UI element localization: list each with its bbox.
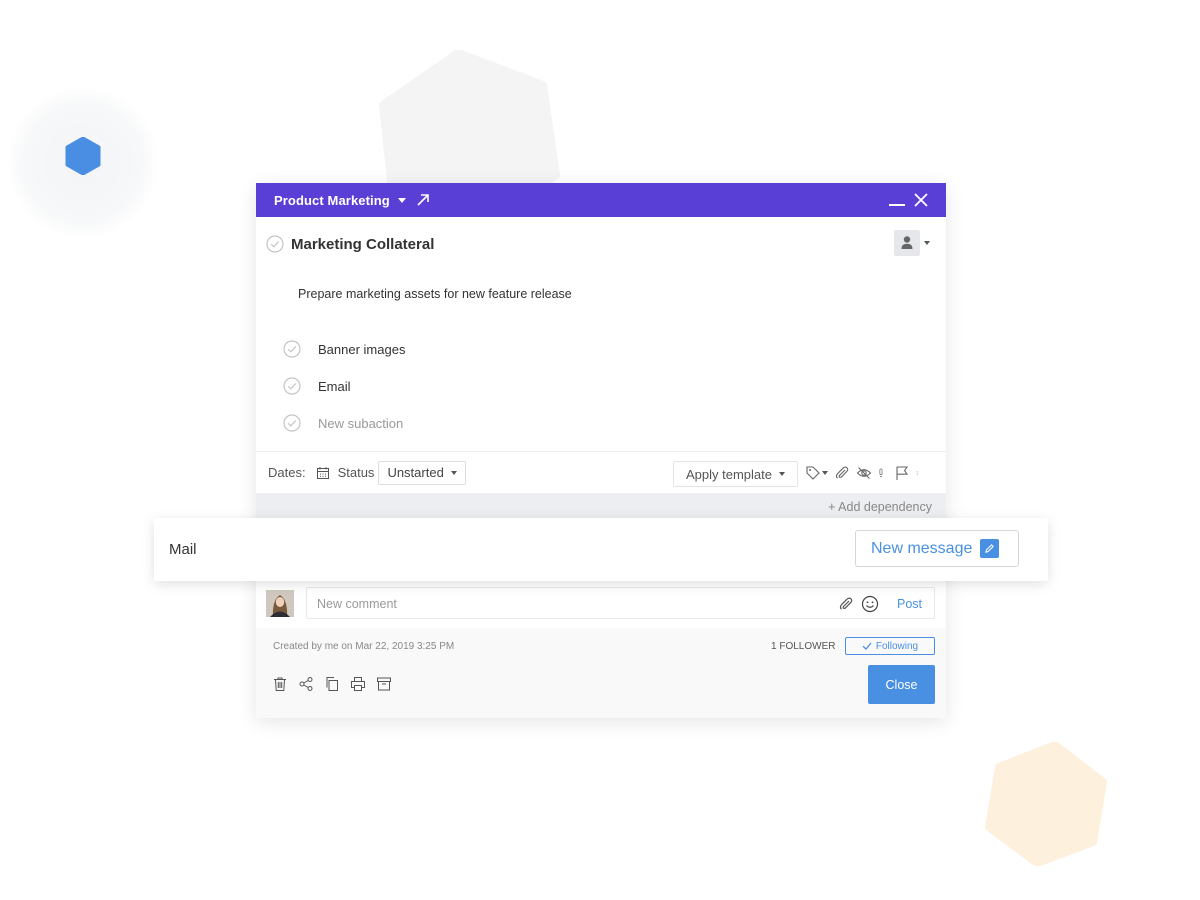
pencil-icon (980, 539, 1000, 558)
complete-check-icon[interactable] (266, 235, 284, 253)
complete-check-icon (283, 414, 301, 432)
task-toolbar: Dates: Status Unstarted Apply template (256, 451, 946, 493)
status-dropdown[interactable]: Unstarted (378, 460, 466, 485)
tag-icon[interactable] (805, 465, 821, 481)
close-icon[interactable] (914, 193, 928, 207)
task-title[interactable]: Marketing Collateral (291, 236, 434, 253)
status-label: Status (337, 465, 375, 480)
paperclip-icon[interactable] (838, 596, 854, 612)
add-dependency-link[interactable]: + Add dependency (828, 500, 932, 514)
duplicate-icon[interactable] (324, 676, 340, 692)
flag-icon[interactable] (894, 465, 910, 481)
complete-check-icon[interactable] (283, 377, 301, 395)
subaction-label: Banner images (318, 341, 406, 357)
subaction-placeholder: New subaction (318, 415, 404, 431)
subaction-item[interactable]: Banner images (283, 340, 405, 358)
chevron-down-icon[interactable] (397, 197, 406, 203)
complete-check-icon[interactable] (283, 340, 301, 358)
comment-placeholder: New comment (317, 597, 397, 611)
minimize-icon[interactable] (888, 193, 906, 207)
task-description[interactable]: Prepare marketing assets for new feature… (298, 287, 572, 301)
chevron-down-icon (779, 472, 785, 476)
apply-template-label: Apply template (686, 466, 772, 482)
new-subaction-input[interactable]: New subaction (283, 414, 403, 432)
footer-actions (272, 676, 392, 692)
chevron-down-icon[interactable] (924, 241, 930, 245)
expand-arrow-icon[interactable] (416, 193, 430, 207)
chevron-down-icon[interactable] (822, 471, 828, 475)
paperclip-icon[interactable] (834, 465, 850, 481)
assignee-button[interactable] (894, 230, 920, 256)
blue-hexagon-decoration (65, 137, 101, 175)
mail-panel: Mail New message (154, 518, 1048, 581)
dependency-bar: + Add dependency (256, 493, 946, 521)
trash-icon[interactable] (272, 676, 288, 692)
calendar-icon[interactable] (316, 466, 330, 480)
user-photo-icon (266, 590, 294, 617)
project-name[interactable]: Product Marketing (274, 193, 390, 208)
post-button[interactable]: Post (897, 597, 922, 611)
apply-template-dropdown[interactable]: Apply template (673, 461, 798, 487)
following-label: Following (875, 640, 919, 652)
checkmark-icon (862, 642, 872, 650)
mail-label: Mail (169, 541, 197, 558)
window-titlebar: Product Marketing (256, 183, 946, 217)
subaction-label: Email (318, 378, 351, 394)
avatar (266, 590, 294, 617)
task-detail-window: Product Marketing Marketing Collateral P… (256, 183, 946, 718)
status-value: Unstarted (387, 465, 444, 480)
emoji-icon[interactable] (861, 595, 879, 613)
priority-icon[interactable] (878, 465, 888, 481)
dates-label: Dates: (268, 465, 306, 480)
task-footer: Created by me on Mar 22, 2019 3:25 PM 1 … (256, 628, 946, 718)
comment-input[interactable]: New comment Post (306, 587, 935, 619)
new-message-label: New message (871, 539, 973, 557)
following-button[interactable]: Following (845, 637, 935, 655)
print-icon[interactable] (350, 676, 366, 692)
created-info: Created by me on Mar 22, 2019 3:25 PM (273, 641, 455, 652)
share-icon[interactable] (298, 676, 314, 692)
toolbar-icons (805, 465, 922, 481)
follower-count: 1 FOLLOWER (771, 641, 836, 652)
archive-icon[interactable] (376, 676, 392, 692)
peach-hexagon-decoration (985, 742, 1107, 866)
more-vertical-icon[interactable] (916, 465, 922, 481)
new-message-button[interactable]: New message (855, 530, 1019, 567)
eye-off-icon[interactable] (856, 465, 872, 481)
close-button[interactable]: Close (868, 665, 935, 704)
task-header: Marketing Collateral (266, 235, 434, 253)
chevron-down-icon (450, 470, 457, 475)
user-icon (901, 236, 913, 249)
subaction-item[interactable]: Email (283, 377, 351, 395)
